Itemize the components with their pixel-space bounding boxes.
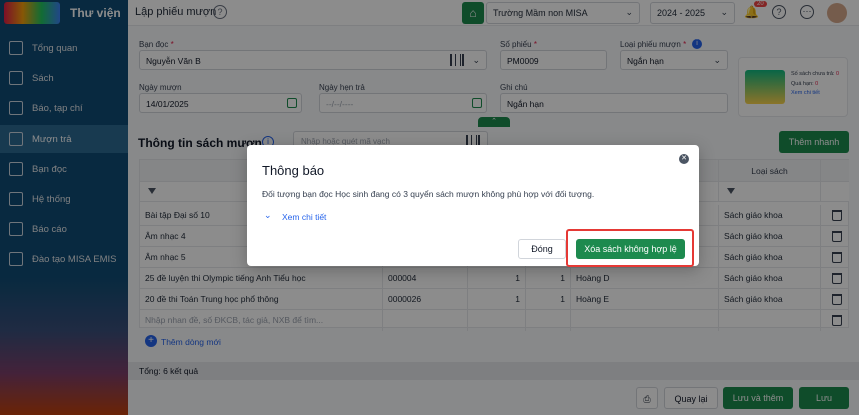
dialog-message: Đối tượng bạn đọc Học sinh đang có 3 quy… [262,189,595,199]
view-detail-link[interactable]: Xem chi tiết [282,212,326,222]
highlight-box [566,229,694,267]
dialog-title: Thông báo [262,163,325,178]
close-button[interactable]: Đóng [518,239,566,259]
chevron-down-icon[interactable]: ⌄ [264,210,272,221]
close-icon[interactable]: ✕ [679,154,689,164]
